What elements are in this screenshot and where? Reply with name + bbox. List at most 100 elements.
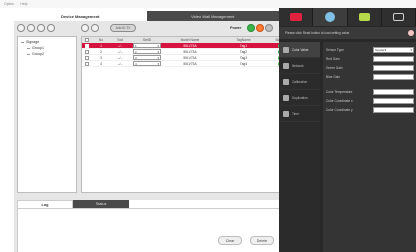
row-checkbox[interactable] (85, 61, 89, 66)
menu-option[interactable]: Option (4, 2, 14, 6)
color-coordinate-y-input[interactable] (373, 106, 414, 113)
settings-group-icon[interactable] (47, 24, 55, 32)
row-model: 55LV75A (183, 49, 197, 54)
side-item-label: Calibration (292, 79, 308, 84)
row-no: 1 (100, 43, 102, 48)
green-gain-input[interactable] (373, 64, 414, 71)
chevron-down-icon: ▾ (157, 55, 159, 60)
side-item-calibration[interactable]: Calibration (279, 74, 320, 90)
tab-envelope[interactable] (347, 8, 382, 26)
tab-log[interactable]: Log (17, 200, 73, 208)
tree-item-label: Group1 (32, 46, 44, 50)
sensor-type-select[interactable]: Spyder3 ▾ (373, 46, 414, 53)
chevron-down-icon: ▾ (410, 47, 412, 52)
row-tag: Tag4 (239, 61, 248, 66)
add-device-icon[interactable] (81, 24, 89, 32)
table-row[interactable]: 4 --/-- 4 ▾ 55LV75A Tag4 (82, 61, 289, 67)
chevron-down-icon: ▾ (157, 61, 159, 66)
delete-button[interactable]: Delete (250, 236, 274, 245)
duplication-icon (283, 94, 289, 101)
row-tool: --/-- (117, 61, 123, 66)
tv-icon (289, 13, 302, 21)
form-label: Green Gain (326, 65, 343, 70)
tree-item-group2[interactable]: Group2 (21, 51, 73, 57)
device-management-pane: Device Management Video Wall Management … (14, 11, 290, 252)
tree-branch-icon (21, 41, 24, 43)
form-row-color-temperature: Color Temperature (323, 87, 416, 96)
row-tag: Tag2 (239, 49, 248, 54)
power-off-icon[interactable] (256, 24, 264, 32)
color-value-form: Sensor Type Spyder3 ▾ Red Gain Green Gain… (323, 42, 416, 252)
tab-globe[interactable] (313, 8, 348, 26)
tree-toolbar (17, 24, 55, 32)
tab-mail[interactable] (381, 8, 416, 26)
settings-pane: Please click Read button to load setting… (279, 8, 416, 252)
globe-icon (324, 12, 335, 22)
chevron-down-icon: ▾ (157, 49, 159, 54)
form-label: Color Coordinate x (326, 98, 353, 103)
tree-branch-icon (27, 53, 30, 55)
form-row-sensor-type: Sensor Type Spyder3 ▾ (323, 45, 416, 54)
form-label: Sensor Type (326, 47, 344, 52)
tab-tv[interactable] (279, 8, 314, 26)
side-item-time[interactable]: Time (279, 106, 320, 122)
calibration-icon (283, 78, 289, 85)
row-checkbox[interactable] (85, 43, 89, 48)
row-tool: --/-- (117, 55, 123, 60)
setid-select[interactable]: 4 ▾ (133, 61, 161, 66)
power-on-icon[interactable] (247, 24, 255, 32)
side-item-label: Duplication (292, 95, 308, 100)
menu-help[interactable]: Help (20, 2, 27, 6)
red-gain-input[interactable] (373, 55, 414, 62)
form-row-color-coordinate-x: Color Coordinate x (323, 96, 416, 105)
side-item-duplication[interactable]: Duplication (279, 90, 320, 106)
notice-text: Please click Read button to load setting… (285, 31, 350, 35)
form-row-red-gain: Red Gain (323, 54, 416, 63)
clear-button[interactable]: Clear (218, 236, 242, 245)
color-temperature-input[interactable] (373, 88, 414, 95)
edit-group-icon[interactable] (37, 24, 45, 32)
side-item-label: Network (292, 63, 304, 68)
form-row-blue-gain: Blue Gain (323, 72, 416, 81)
setid-select[interactable]: 2 ▾ (133, 49, 161, 54)
group-tree: Signage Group1 Group2 (17, 36, 77, 193)
tab-device-management[interactable]: Device Management (14, 11, 147, 21)
row-no: 3 (100, 55, 102, 60)
row-checkbox[interactable] (85, 55, 89, 60)
side-item-network[interactable]: Network (279, 58, 320, 74)
row-model: 55LV75A (183, 55, 197, 60)
main-tabs: Device Management Video Wall Management (14, 11, 279, 21)
color-coordinate-x-input[interactable] (373, 97, 414, 104)
side-item-color-value[interactable]: Color Value (279, 42, 320, 58)
blue-gain-input[interactable] (373, 73, 414, 80)
row-no: 2 (100, 49, 102, 54)
row-checkbox[interactable] (85, 49, 89, 54)
form-label: Red Gain (326, 56, 340, 61)
remove-group-icon[interactable] (27, 24, 35, 32)
tab-status[interactable]: Status (73, 200, 129, 208)
row-tag: Tag3 (239, 55, 248, 60)
form-row-green-gain: Green Gain (323, 63, 416, 72)
remove-device-icon[interactable] (91, 24, 99, 32)
log-panel: Log Status (17, 200, 290, 252)
add-group-icon[interactable] (17, 24, 25, 32)
setid-value: 4 (135, 61, 137, 66)
info-icon (408, 30, 414, 36)
setid-select[interactable]: 1 ▾ (133, 43, 161, 48)
menu-bar: Option Help (0, 0, 416, 8)
mail-icon (392, 13, 404, 21)
setid-select[interactable]: 3 ▾ (133, 55, 161, 60)
form-row-color-coordinate-y: Color Coordinate y (323, 105, 416, 114)
setid-value: 1 (135, 43, 137, 48)
tab-video-wall-management[interactable]: Video Wall Management (146, 11, 279, 21)
checkbox-icon[interactable] (85, 38, 89, 42)
form-label: Color Coordinate y (326, 107, 353, 112)
add-id-tv-button[interactable]: Add ID TV (110, 24, 136, 32)
row-model: 55LV75A (183, 43, 197, 48)
log-area[interactable] (17, 208, 290, 252)
sensor-type-value: Spyder3 (375, 47, 387, 52)
tree-root-label: Signage (26, 40, 40, 44)
tree-item-label: Group2 (32, 52, 44, 56)
refresh-icon[interactable] (265, 24, 273, 32)
row-tag: Tag1 (239, 43, 248, 48)
